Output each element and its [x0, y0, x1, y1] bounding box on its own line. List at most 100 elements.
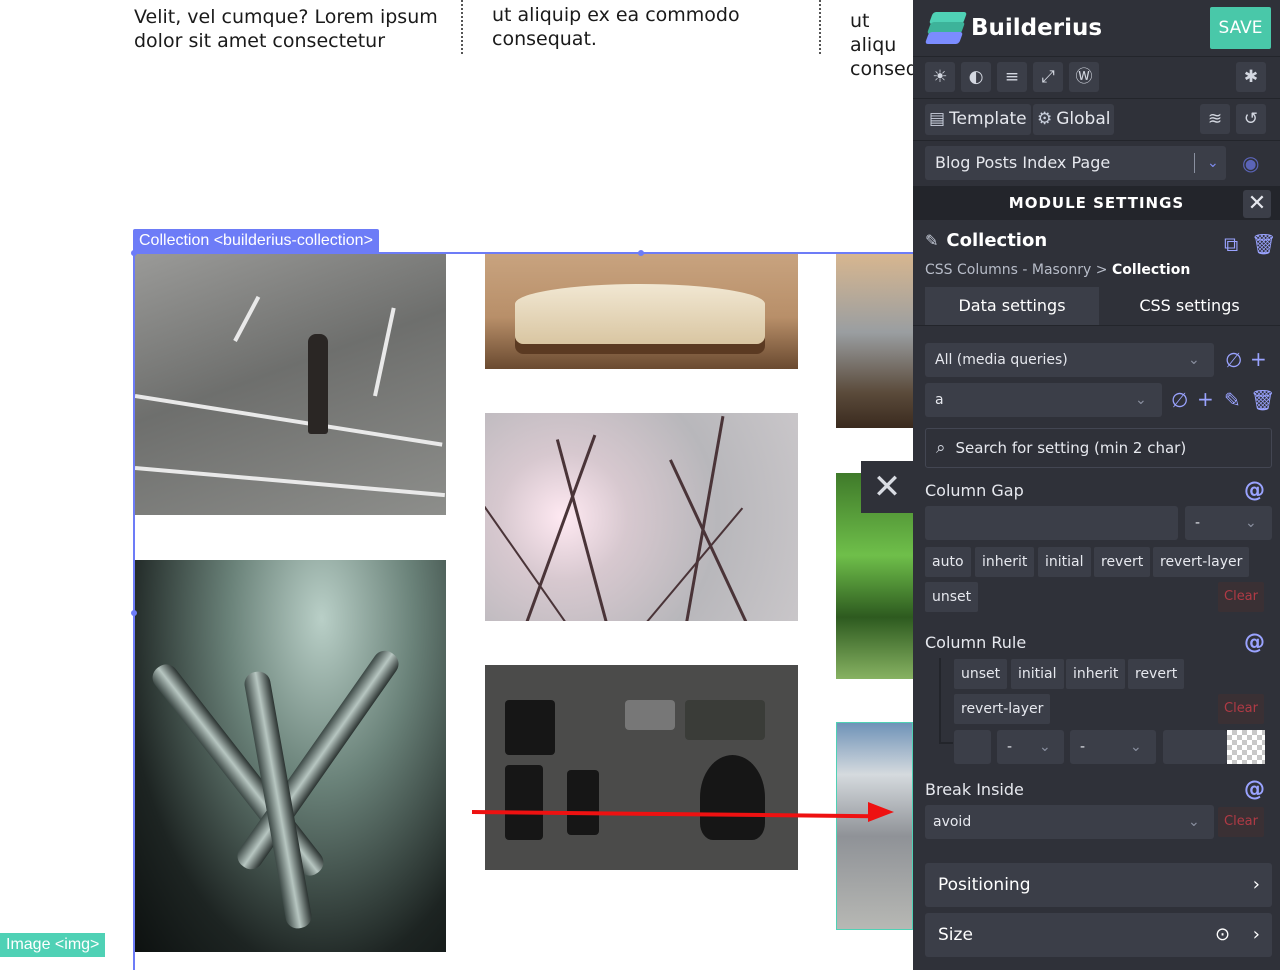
mountain-image[interactable] — [836, 722, 913, 930]
builderius-logo-icon — [924, 10, 968, 46]
clear-button[interactable]: Clear — [1218, 807, 1264, 837]
tab-data-settings[interactable]: Data settings — [925, 287, 1099, 325]
chip-auto[interactable]: auto — [925, 547, 971, 577]
close-icon[interactable]: ✕ — [861, 461, 913, 513]
street-walker-image[interactable] — [135, 254, 446, 515]
page-select[interactable]: Blog Posts Index Page ⌄ — [925, 146, 1226, 180]
chevron-right-icon: › — [1252, 874, 1260, 895]
media-query-select[interactable]: All (media queries) ⌄ — [925, 343, 1214, 377]
contrast-icon[interactable]: ◐ — [961, 62, 991, 92]
chip-unset[interactable]: unset — [925, 582, 979, 612]
chevron-right-icon: › — [1252, 924, 1260, 945]
chevron-down-icon: ⌄ — [1135, 392, 1147, 408]
duplicate-icon[interactable]: ⧉ — [1224, 232, 1238, 256]
selection-handle[interactable] — [131, 610, 137, 616]
breadcrumb-parent[interactable]: CSS Columns - Masonry — [925, 262, 1091, 278]
module-title: ✎ Collection — [925, 230, 1047, 251]
no-media-icon[interactable]: ∅ — [1225, 348, 1242, 372]
trash-icon[interactable]: 🗑 — [1250, 388, 1275, 412]
chevron-down-icon: ⌄ — [1207, 155, 1219, 171]
global-label: Global — [1056, 109, 1111, 129]
chip-inherit[interactable]: inherit — [1066, 659, 1126, 689]
chip-inherit[interactable]: inherit — [975, 547, 1035, 577]
chip-initial[interactable]: initial — [1011, 659, 1064, 689]
sun-icon[interactable]: ☀ — [925, 62, 955, 92]
forks-image[interactable] — [135, 560, 446, 952]
setting-search-box[interactable]: ⌕ Search for setting (min 2 char) — [925, 428, 1272, 468]
positioning-section[interactable]: Positioning › — [925, 863, 1272, 907]
plus-icon[interactable]: + — [1197, 387, 1214, 411]
selection-handle[interactable] — [638, 250, 644, 256]
expand-icon[interactable]: ⤢ — [1033, 62, 1063, 92]
break-inside-select[interactable]: avoid ⌄ — [925, 805, 1214, 839]
at-icon[interactable]: @ — [1244, 630, 1265, 654]
open-book-image[interactable] — [485, 254, 798, 369]
gears-icon: ⚙ — [1037, 109, 1053, 129]
save-button[interactable]: SAVE — [1210, 7, 1271, 49]
global-tab[interactable]: ⚙ Global — [1033, 104, 1115, 135]
tabs-divider — [913, 325, 1280, 326]
column-rule-unit-select[interactable]: - ⌄ — [1070, 730, 1156, 764]
bowtie-shape — [625, 700, 675, 730]
flatlay-objects-image[interactable] — [485, 665, 798, 870]
close-icon[interactable]: ✕ — [1243, 190, 1271, 218]
selection-label[interactable]: Collection <builderius-collection> — [133, 229, 379, 253]
clear-button[interactable]: Clear — [1218, 694, 1264, 724]
search-icon: ⌕ — [936, 438, 946, 458]
template-tab[interactable]: ▤ Template — [925, 104, 1031, 135]
selector-value: a — [935, 392, 944, 408]
history-icon[interactable]: ↺ — [1236, 104, 1266, 134]
tab-css-settings[interactable]: CSS settings — [1099, 287, 1280, 325]
chip-revert-layer[interactable]: revert-layer — [1153, 547, 1250, 577]
template-label: Template — [949, 109, 1027, 129]
column-divider — [461, 0, 463, 54]
phone-shape — [567, 770, 599, 835]
color-swatch[interactable] — [1227, 730, 1265, 764]
bug-icon[interactable]: ✱ — [1236, 62, 1266, 92]
group-line — [939, 742, 953, 744]
wordpress-icon[interactable]: Ⓦ — [1069, 62, 1099, 92]
at-icon[interactable]: @ — [1244, 777, 1265, 801]
chevron-down-icon: ⌄ — [1245, 515, 1257, 531]
plus-icon[interactable]: + — [1250, 347, 1267, 371]
column-rule-style-select[interactable]: - ⌄ — [997, 730, 1064, 764]
search-input[interactable]: Search for setting (min 2 char) — [956, 439, 1187, 457]
road-marking — [233, 295, 261, 342]
size-section[interactable]: Size ⊙ › — [925, 913, 1272, 957]
text-line: conseq — [850, 58, 913, 80]
text-line: dolor sit amet consectetur — [134, 30, 386, 52]
trash-icon[interactable]: 🗑 — [1251, 232, 1276, 256]
module-title-text: Collection — [946, 230, 1048, 251]
chip-unset[interactable]: unset — [954, 659, 1008, 689]
no-selector-icon[interactable]: ∅ — [1171, 388, 1188, 412]
brand: Builderius — [924, 8, 1102, 48]
column-gap-input[interactable] — [925, 506, 1178, 540]
selector-select[interactable]: a ⌄ — [925, 383, 1162, 417]
column-rule-width-input[interactable] — [954, 730, 991, 764]
text-line: ut aliqu — [850, 10, 897, 56]
eye-icon[interactable]: ◉ — [1242, 151, 1259, 175]
text-line: ut aliquip ex ea commodo — [492, 4, 740, 26]
media-query-value: All (media queries) — [935, 352, 1068, 368]
at-icon[interactable]: @ — [1244, 478, 1265, 502]
pencil-icon[interactable]: ✎ — [1224, 388, 1241, 412]
column-gap-unit-select[interactable]: - ⌄ — [1185, 506, 1272, 540]
target-icon: ⊙ — [1215, 924, 1231, 945]
pencil-icon[interactable]: ✎ — [925, 231, 938, 250]
column-gap-label: Column Gap — [925, 481, 1024, 500]
text-column-2: ut aliquip ex ea commodo consequat. — [492, 3, 740, 51]
seaside-image[interactable] — [836, 254, 913, 428]
chip-revert[interactable]: revert — [1094, 547, 1151, 577]
breadcrumb: CSS Columns - Masonry > Collection — [925, 262, 1190, 278]
branches-image[interactable] — [485, 413, 798, 621]
database-icon[interactable]: ≋ — [1200, 104, 1230, 134]
chip-initial[interactable]: initial — [1038, 547, 1091, 577]
clear-button[interactable]: Clear — [1218, 582, 1264, 612]
column-rule-color-input[interactable] — [1163, 730, 1227, 764]
page-select-value: Blog Posts Index Page — [935, 153, 1111, 172]
align-icon[interactable]: ≡ — [997, 62, 1027, 92]
chip-revert-layer[interactable]: revert-layer — [954, 694, 1051, 724]
chip-revert[interactable]: revert — [1128, 659, 1185, 689]
module-settings-header: MODULE SETTINGS — [913, 186, 1280, 220]
size-label: Size — [938, 925, 973, 945]
